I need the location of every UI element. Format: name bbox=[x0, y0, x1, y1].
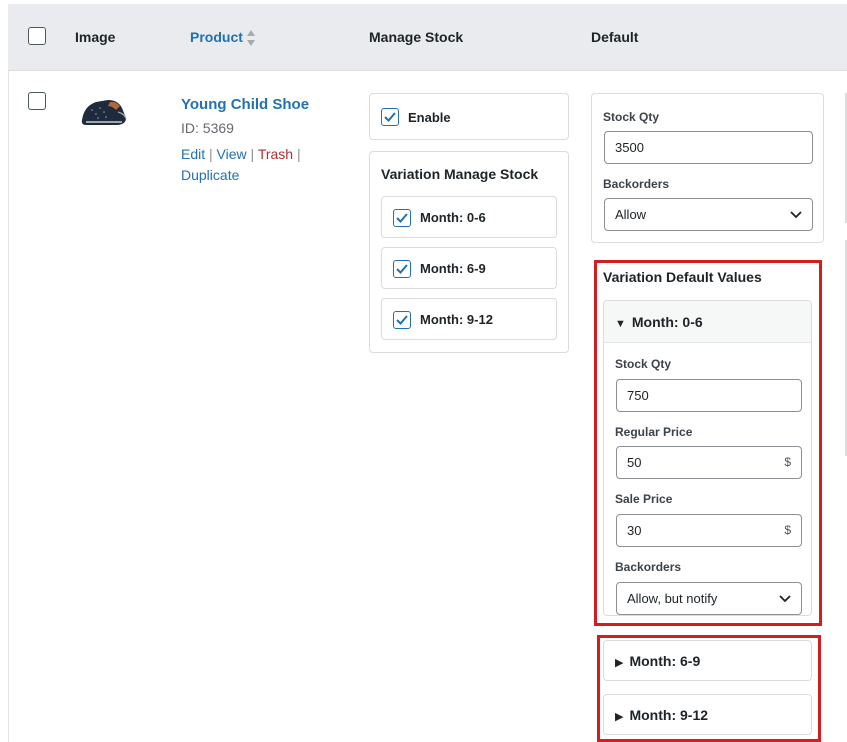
column-default: Default bbox=[591, 29, 639, 45]
variation-label: Month: 0-6 bbox=[420, 210, 486, 225]
view-link[interactable]: View bbox=[217, 146, 247, 162]
variation-checkbox[interactable] bbox=[393, 311, 411, 329]
chevron-down-icon bbox=[790, 211, 802, 219]
sort-icon[interactable] bbox=[246, 29, 256, 47]
check-icon bbox=[396, 264, 408, 274]
variation-label: Month: 9-12 bbox=[420, 312, 493, 327]
separator: | bbox=[296, 146, 301, 162]
variation-manage-stock-panel: Variation Manage Stock Month: 0-6 Month:… bbox=[369, 151, 569, 353]
edit-link[interactable]: Edit bbox=[181, 146, 205, 162]
backorders-select[interactable]: Allow bbox=[604, 198, 813, 231]
highlight-frame bbox=[594, 260, 822, 626]
select-all-checkbox[interactable] bbox=[28, 27, 46, 45]
variation-label: Month: 6-9 bbox=[420, 261, 486, 276]
variation-stock-item: Month: 9-12 bbox=[381, 298, 557, 340]
product-title-link[interactable]: Young Child Shoe bbox=[181, 96, 309, 113]
variation-checkbox[interactable] bbox=[393, 260, 411, 278]
variation-stock-item: Month: 6-9 bbox=[381, 247, 557, 289]
column-image: Image bbox=[75, 29, 116, 45]
duplicate-link[interactable]: Duplicate bbox=[181, 167, 239, 183]
row-checkbox[interactable] bbox=[28, 92, 46, 110]
variation-stock-item: Month: 0-6 bbox=[381, 196, 557, 238]
product-thumbnail[interactable] bbox=[78, 92, 130, 130]
stock-qty-label: Stock Qty bbox=[603, 110, 660, 124]
enable-label: Enable bbox=[408, 110, 451, 125]
column-product-sort[interactable]: Product bbox=[190, 29, 243, 45]
column-manage-stock: Manage Stock bbox=[369, 29, 464, 45]
enable-panel: Enable bbox=[369, 93, 569, 140]
check-icon bbox=[384, 112, 396, 122]
check-icon bbox=[396, 315, 408, 325]
enable-checkbox[interactable] bbox=[381, 108, 399, 126]
stock-qty-input[interactable]: 3500 bbox=[604, 131, 813, 164]
separator: | bbox=[250, 146, 255, 162]
backorders-selected-value: Allow bbox=[615, 207, 647, 222]
backorders-label: Backorders bbox=[603, 177, 670, 191]
product-id: ID: 5369 bbox=[181, 120, 234, 136]
highlight-frame bbox=[597, 635, 821, 742]
separator: | bbox=[209, 146, 213, 162]
trash-link[interactable]: Trash bbox=[258, 146, 293, 162]
row-actions: Edit | View | Trash | Duplicate bbox=[181, 144, 321, 186]
variation-manage-stock-title: Variation Manage Stock bbox=[381, 166, 539, 182]
default-stock-panel: Stock Qty 3500 Backorders Allow bbox=[591, 93, 824, 243]
variation-checkbox[interactable] bbox=[393, 209, 411, 227]
check-icon bbox=[396, 213, 408, 223]
